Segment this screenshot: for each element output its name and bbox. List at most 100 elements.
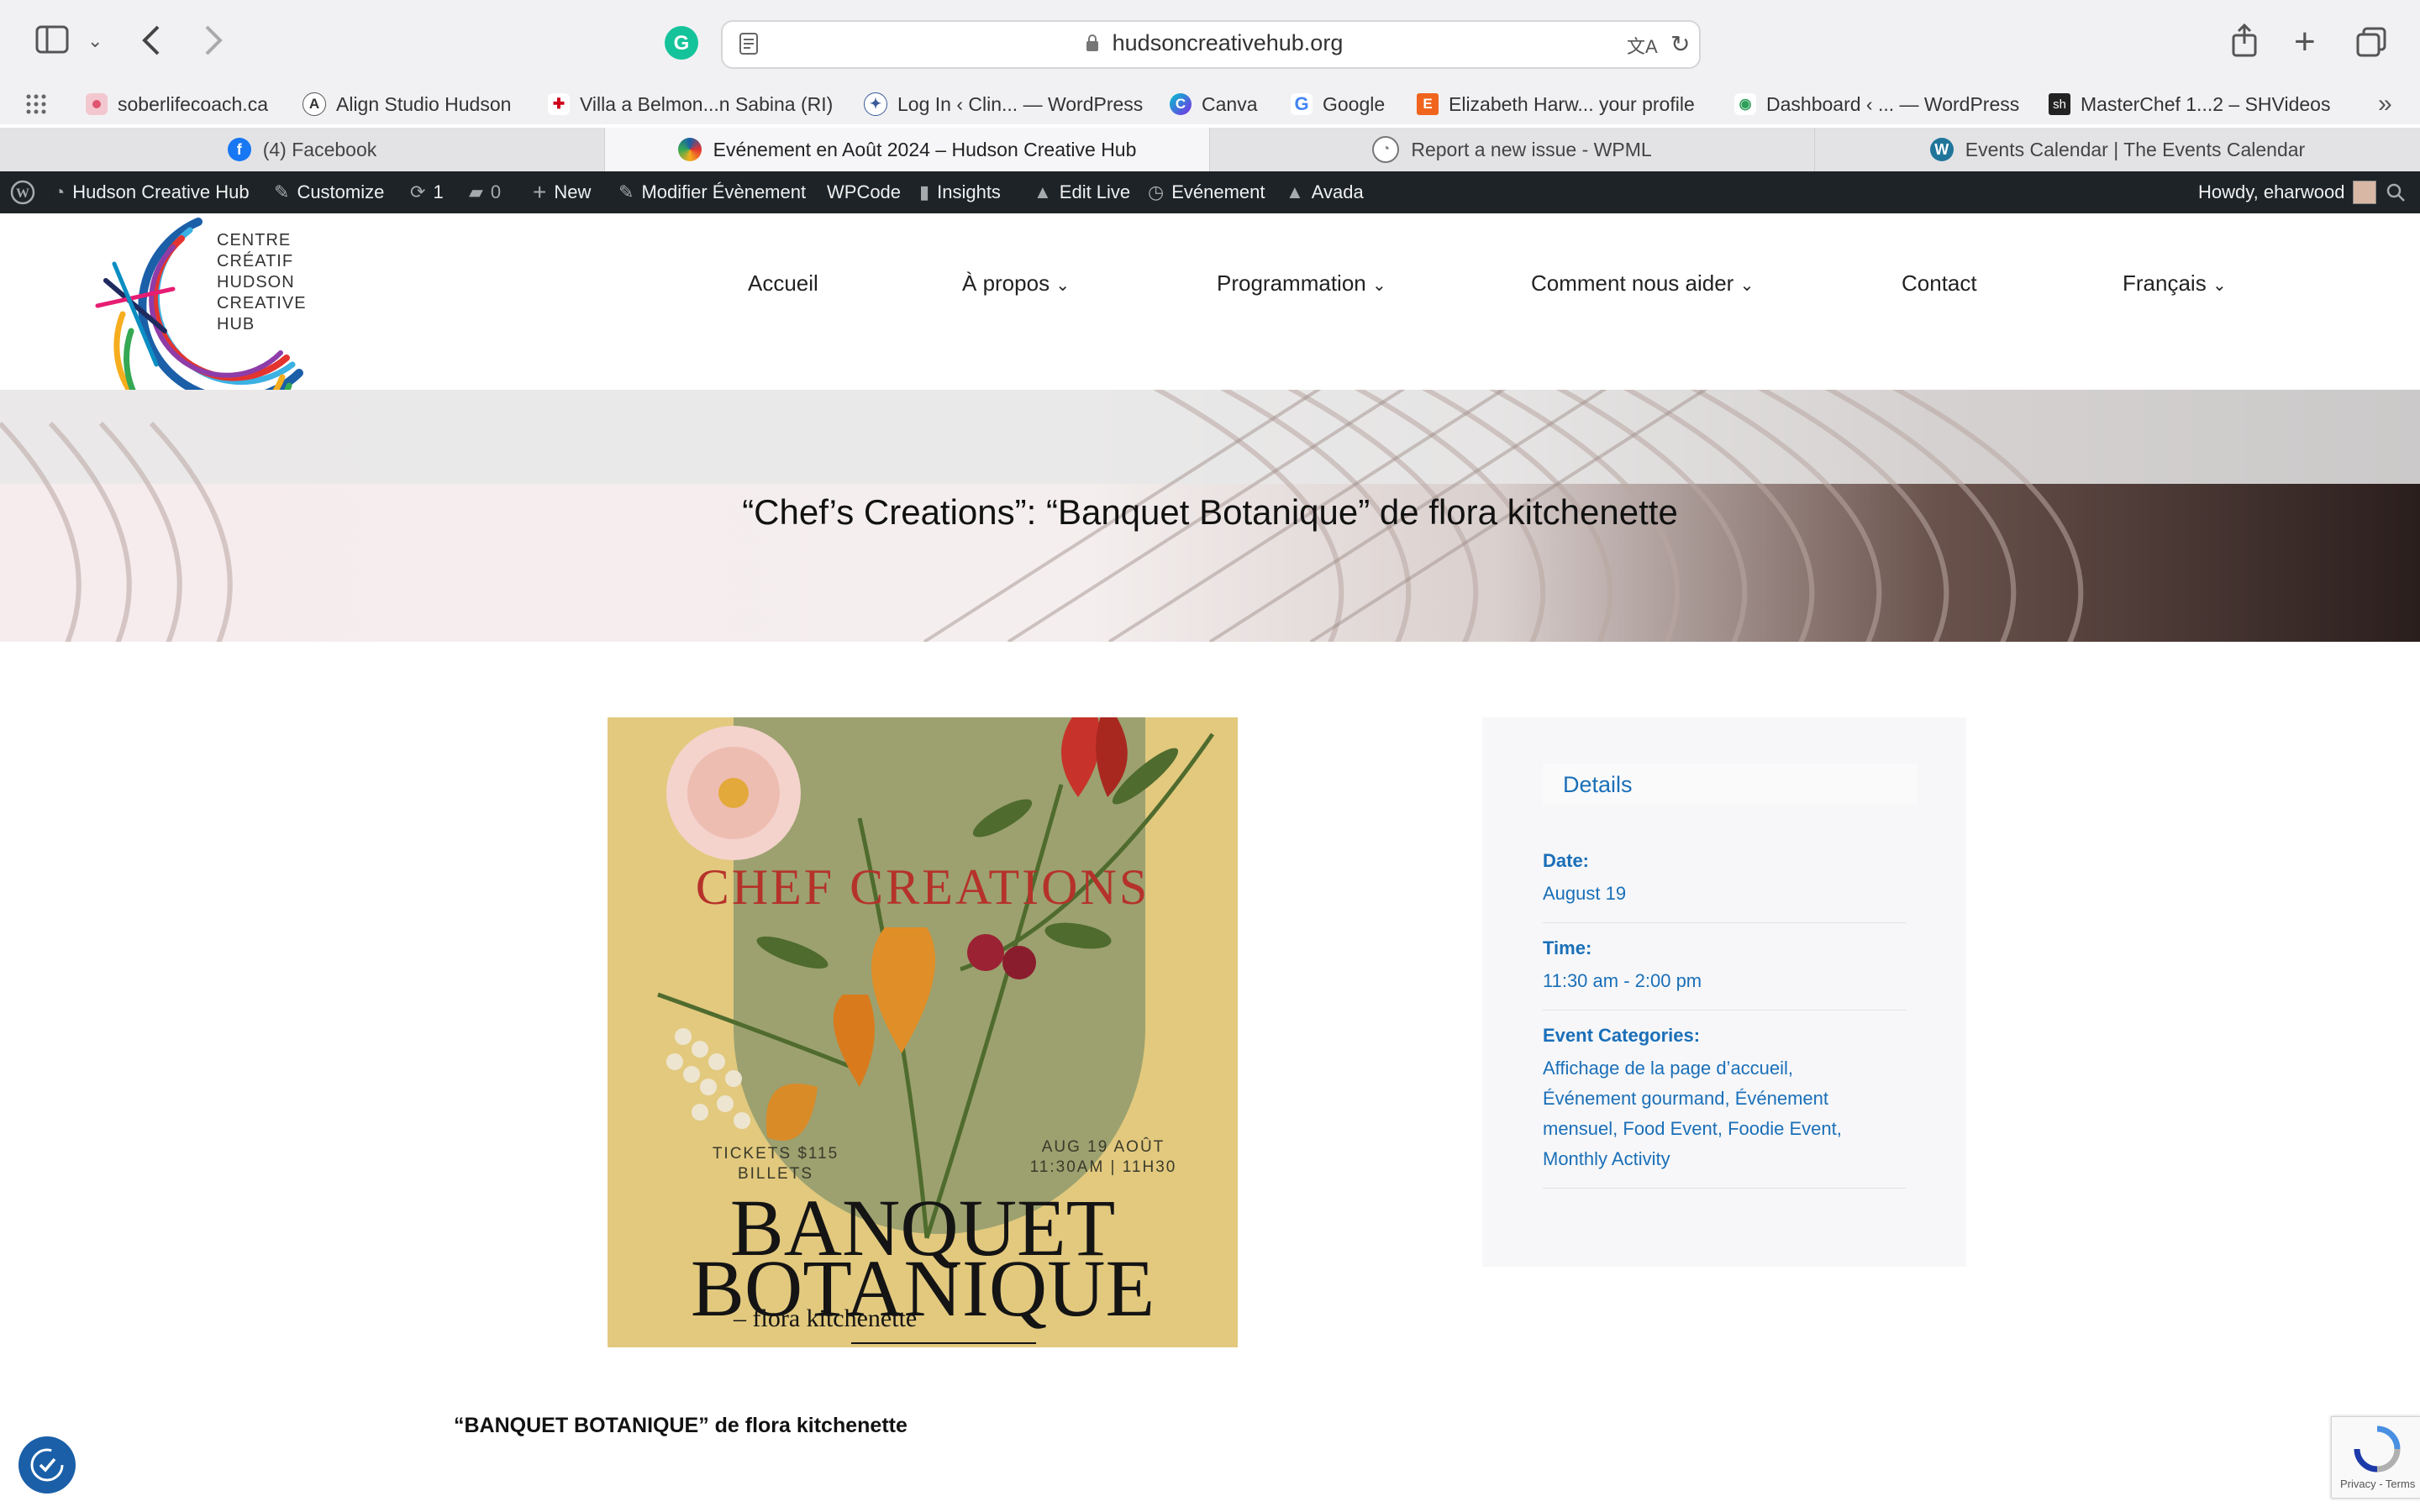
- browser-chrome: ⌄ G hudsoncreativehub.org 文A ↻ + soberli…: [0, 0, 2420, 124]
- poster-tickets-line1: TICKETS $115: [713, 1145, 839, 1163]
- nav-programmation[interactable]: Programmation ⌄: [1217, 270, 1386, 297]
- logo-line: HUDSON: [217, 273, 295, 291]
- nav-label: Français: [2123, 270, 2207, 296]
- poster-heading-text: CHEF CREATIONS: [696, 859, 1150, 915]
- poster-tickets-line2: BILLETS: [738, 1165, 813, 1183]
- tab-facebook[interactable]: f (4) Facebook: [0, 128, 605, 171]
- recaptcha-icon: [2354, 1425, 2401, 1473]
- detail-time: Time: 11:30 am - 2:00 pm: [1543, 937, 1906, 1011]
- wp-site-name[interactable]: ◔ Hudson Creative Hub: [54, 171, 250, 213]
- bookmark-villa[interactable]: ✚ Villa a Belmon...n Sabina (RI): [548, 84, 833, 124]
- translate-icon[interactable]: 文A: [1627, 32, 1658, 59]
- category-link[interactable]: Événement gourmand, Événement: [1543, 1084, 1906, 1114]
- wp-edit-live[interactable]: ▲ Edit Live: [1034, 171, 1130, 213]
- nav-a-propos[interactable]: À propos ⌄: [962, 270, 1070, 297]
- wp-search-icon[interactable]: [2386, 171, 2405, 213]
- detail-date-value[interactable]: August 19: [1543, 879, 1906, 909]
- logo-text: CENTRE CRÉATIF HUDSON CREATIVE HUB: [217, 230, 307, 335]
- recaptcha-terms[interactable]: Privacy - Terms: [2340, 1478, 2415, 1490]
- dashboard-gauge-icon: ◔: [54, 181, 66, 202]
- wp-avada[interactable]: ▲ Avada: [1286, 171, 1364, 213]
- sidebar-toggle-icon[interactable]: [35, 25, 69, 59]
- accessibility-button[interactable]: [18, 1436, 76, 1494]
- wp-wpcode-label: WPCode: [827, 181, 902, 202]
- share-icon[interactable]: [2232, 23, 2257, 62]
- wp-howdy-label: Howdy, eharwood: [2198, 181, 2345, 202]
- wp-insights[interactable]: ▮ Insights: [919, 171, 1001, 213]
- google-icon: G: [1291, 93, 1313, 115]
- villa-icon: ✚: [548, 93, 570, 115]
- bookmark-label: MasterChef 1...2 – SHVideos: [2081, 92, 2331, 115]
- category-link[interactable]: Affichage de la page d’accueil,: [1543, 1053, 1906, 1084]
- site-header: CENTRE CRÉATIF HUDSON CREATIVE HUB Accue…: [0, 213, 2420, 423]
- bookmark-canva[interactable]: C Canva: [1170, 84, 1257, 124]
- tab-label: (4) Facebook: [262, 138, 377, 160]
- event-details-panel: Details Date: August 19 Time: 11:30 am -…: [1482, 717, 1966, 1267]
- wp-comments-count: 0: [490, 181, 502, 202]
- nav-label: Accueil: [748, 270, 818, 296]
- bookmark-google[interactable]: G Google: [1291, 84, 1385, 124]
- recaptcha-badge[interactable]: Privacy - Terms: [2331, 1416, 2420, 1499]
- wp-event-menu[interactable]: ◷ Evénement: [1148, 171, 1265, 213]
- new-tab-icon[interactable]: +: [2294, 24, 2316, 60]
- reload-icon[interactable]: ↻: [1670, 30, 1690, 58]
- wordpress-logo-icon[interactable]: W: [10, 171, 35, 213]
- wp-customize[interactable]: ✎ Customize: [274, 171, 384, 213]
- grammarly-icon[interactable]: G: [664, 25, 699, 66]
- detail-date: Date: August 19: [1543, 850, 1906, 923]
- facebook-icon: f: [227, 138, 251, 161]
- nav-comment-nous-aider[interactable]: Comment nous aider ⌄: [1531, 270, 1754, 297]
- bookmark-align-studio[interactable]: A Align Studio Hudson: [302, 84, 511, 124]
- chevron-down-icon[interactable]: ⌄: [87, 32, 103, 50]
- brush-icon: ✎: [274, 181, 290, 202]
- nav-label: Contact: [1902, 270, 1977, 296]
- tab-overview-icon[interactable]: [2356, 27, 2386, 62]
- address-bar[interactable]: hudsoncreativehub.org 文A ↻: [721, 20, 1701, 69]
- detail-time-value: 11:30 am - 2:00 pm: [1543, 970, 1702, 991]
- bookmark-dashboard[interactable]: ◉ Dashboard ‹ ... — WordPress: [1734, 84, 2019, 124]
- svg-text:G: G: [674, 32, 690, 55]
- wp-user-menu[interactable]: Howdy, eharwood: [2198, 171, 2377, 213]
- bookmark-label: Dashboard ‹ ... — WordPress: [1766, 92, 2020, 115]
- poster-date-line1: AUG 19 AOÛT: [1042, 1137, 1165, 1156]
- bookmark-etsy-profile[interactable]: E Elizabeth Harw... your profile: [1417, 84, 1695, 124]
- logo-line: CENTRE: [217, 231, 292, 249]
- apps-grid-icon[interactable]: [25, 84, 47, 124]
- wp-new-label: New: [554, 181, 592, 202]
- wp-updates[interactable]: ⟳ 1: [410, 171, 444, 213]
- bookmark-label: Villa a Belmon...n Sabina (RI): [580, 92, 834, 115]
- forward-icon[interactable]: [203, 24, 224, 62]
- category-link[interactable]: Monthly Activity: [1543, 1144, 1906, 1174]
- pencil-icon: ✎: [618, 181, 634, 202]
- comment-icon: ▰: [469, 181, 483, 202]
- tab-label: Events Calendar | The Events Calendar: [1965, 138, 2306, 160]
- page-title-banner: “Chef’s Creations”: “Banquet Botanique” …: [0, 390, 2420, 642]
- more-bookmarks-icon[interactable]: »: [2378, 84, 2392, 124]
- nav-language-switcher[interactable]: Français ⌄: [2123, 270, 2227, 297]
- tab-events-calendar[interactable]: W Events Calendar | The Events Calendar: [1815, 128, 2420, 171]
- category-link[interactable]: mensuel, Food Event, Foodie Event,: [1543, 1114, 1906, 1144]
- nav-accueil[interactable]: Accueil: [748, 270, 818, 297]
- bookmark-soberlifecoach[interactable]: soberlifecoach.ca: [86, 84, 268, 124]
- back-icon[interactable]: [141, 24, 161, 62]
- bookmark-clinic-login[interactable]: ✦ Log In ‹ Clin... — WordPress: [864, 84, 1143, 124]
- poster-illustration: CHEF CREATIONS TICKETS $115 BILLETS AUG …: [657, 717, 1215, 1344]
- detail-categories-links[interactable]: Affichage de la page d’accueil, Événemen…: [1543, 1053, 1906, 1174]
- wpml-icon: ◔: [1372, 136, 1400, 163]
- tab-wpml-issue[interactable]: ◔ Report a new issue - WPML: [1210, 128, 1815, 171]
- tab-event-page[interactable]: Evénement en Août 2024 – Hudson Creative…: [605, 128, 1210, 171]
- wp-edit-event[interactable]: ✎ Modifier Évènement: [618, 171, 806, 213]
- wp-comments[interactable]: ▰ 0: [469, 171, 501, 213]
- chevron-down-icon: ⌄: [1055, 276, 1071, 295]
- bookmark-shvideos[interactable]: sh MasterChef 1...2 – SHVideos: [2049, 84, 2330, 124]
- nav-contact[interactable]: Contact: [1902, 270, 1977, 297]
- wp-new[interactable]: + New: [533, 171, 591, 213]
- align-icon: A: [302, 92, 326, 116]
- bookmark-label: Log In ‹ Clin... — WordPress: [897, 92, 1144, 115]
- updates-icon: ⟳: [410, 181, 426, 202]
- wp-edit-live-label: Edit Live: [1059, 181, 1131, 202]
- tab-label: Report a new issue - WPML: [1411, 138, 1652, 160]
- nav-label: Programmation: [1217, 270, 1366, 296]
- creative-hub-icon: [677, 138, 702, 161]
- wp-wpcode[interactable]: WPCode: [827, 171, 901, 213]
